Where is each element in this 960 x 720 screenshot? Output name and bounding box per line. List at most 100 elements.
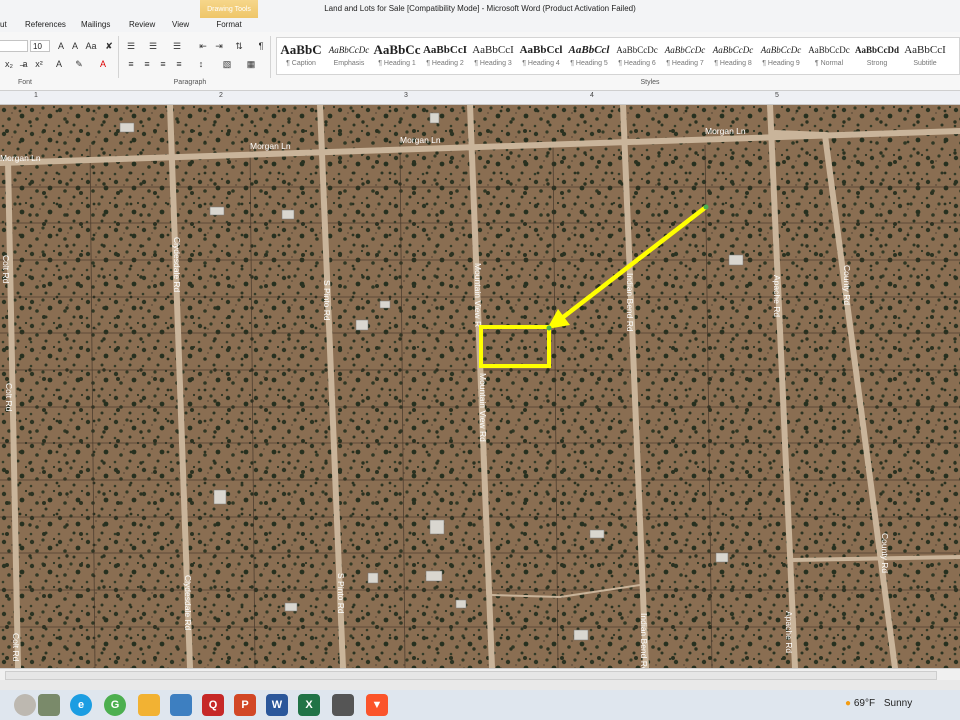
highlight-icon[interactable]: ✎ (72, 58, 86, 71)
style-heading-1[interactable]: AaBbCc ¶ Heading 1 (373, 38, 421, 74)
style-sample: AaBbCcDc (616, 45, 658, 55)
tab-references[interactable]: References (25, 18, 66, 32)
road-label-clydesdale-rd: Clydesdale Rd (172, 237, 182, 293)
style-name: ¶ Heading 1 (378, 60, 416, 67)
style-heading-2[interactable]: AaBbCcI ¶ Heading 2 (421, 38, 469, 74)
tab-layout[interactable]: ut (0, 18, 7, 32)
shrink-font-icon[interactable]: A (68, 40, 82, 53)
styles-gallery: AaBbC ¶ Caption AaBbCcDc Emphasis AaBbCc ¶ … (276, 37, 960, 75)
style-name: ¶ Heading 4 (522, 60, 560, 67)
text-effects-icon[interactable]: A (52, 58, 66, 71)
style-heading-7[interactable]: AaBbCcDc ¶ Heading 7 (661, 38, 709, 74)
style-name: ¶ Heading 7 (666, 60, 704, 67)
align-right-icon[interactable]: ≡ (156, 58, 170, 71)
arrow-handle[interactable] (546, 325, 552, 331)
bullets-icon[interactable]: ☰ (124, 40, 138, 53)
grow-font-icon[interactable]: A (54, 40, 68, 53)
style-sample: AaBbCcI (472, 44, 514, 56)
style-name: ¶ Caption (286, 60, 316, 67)
style-caption[interactable]: AaBbC ¶ Caption (277, 38, 325, 74)
line-spacing-icon[interactable]: ↕ (194, 58, 208, 71)
quicken-icon[interactable]: Q (202, 694, 224, 716)
increase-indent-icon[interactable]: ⇥ (212, 40, 226, 53)
excel-icon[interactable]: X (298, 694, 320, 716)
profile-image-icon[interactable] (38, 694, 60, 716)
scrollbar-thumb[interactable] (5, 671, 937, 680)
style-sample: AaBbCcl (519, 44, 563, 56)
multilevel-list-icon[interactable]: ☰ (170, 40, 184, 53)
sort-icon[interactable]: ⇅ (232, 40, 246, 53)
road-label-colt-rd: Colt Rd (4, 383, 14, 412)
drawing-tools-label: Drawing Tools (207, 6, 251, 13)
road-label-indian-bend-rd: Indian Bend Rd (639, 613, 649, 668)
ruler-number: 2 (219, 92, 223, 99)
road-label-morgan-ln: Morgan Ln (0, 153, 41, 163)
powerpoint-icon[interactable]: P (234, 694, 256, 716)
road-label-county-rd: County Rd (842, 265, 852, 305)
subscript-icon[interactable]: x₂ (2, 58, 16, 71)
style-heading-8[interactable]: AaBbCcDc ¶ Heading 8 (709, 38, 757, 74)
tab-mailings[interactable]: Mailings (81, 18, 110, 32)
chrome-icon[interactable]: G (104, 694, 126, 716)
show-marks-icon[interactable]: ¶ (254, 40, 268, 53)
horizontal-ruler[interactable]: 1 2 3 4 5 (0, 91, 960, 105)
weather-widget[interactable]: ● 69°F Sunny (845, 698, 912, 709)
avatar[interactable] (14, 694, 36, 716)
decrease-indent-icon[interactable]: ⇤ (196, 40, 210, 53)
font-size-box[interactable]: 10 (30, 40, 50, 52)
align-left-icon[interactable]: ≡ (124, 58, 138, 71)
style-strong[interactable]: AaBbCcDd Strong (853, 38, 901, 74)
clear-formatting-icon[interactable]: Aa (84, 40, 98, 53)
road-label-colt-rd: Colt Rd (11, 633, 21, 662)
word-icon[interactable]: W (266, 694, 288, 716)
style-sample: AaBbCcDc (760, 45, 802, 55)
style-name: Emphasis (333, 60, 365, 67)
car-icon[interactable] (332, 694, 354, 716)
style-heading-5[interactable]: AaBbCcl ¶ Heading 5 (565, 38, 613, 74)
store-icon[interactable] (170, 694, 192, 716)
road-label-colt-rd: Colt Rd (1, 255, 11, 284)
justify-icon[interactable]: ≡ (172, 58, 186, 71)
aerial-map-image[interactable]: Morgan Ln Morgan Ln Morgan Ln Morgan Ln … (0, 105, 960, 668)
font-color-icon[interactable]: A (96, 58, 110, 71)
font-group-label: Font (17, 79, 32, 86)
style-heading-4[interactable]: AaBbCcl ¶ Heading 4 (517, 38, 565, 74)
align-center-icon[interactable]: ≡ (140, 58, 154, 71)
style-heading-6[interactable]: AaBbCcDc ¶ Heading 6 (613, 38, 661, 74)
tab-view[interactable]: View (172, 18, 189, 32)
style-name: ¶ Normal (814, 60, 844, 67)
status-bar (0, 680, 960, 690)
brave-icon[interactable]: ▼ (366, 694, 388, 716)
road-label-apache-rd: Apache Rd (784, 611, 794, 653)
style-sample: AaBbCcI (904, 44, 946, 56)
style-heading-9[interactable]: AaBbCcDc ¶ Heading 9 (757, 38, 805, 74)
borders-icon[interactable]: ▦ (244, 58, 258, 71)
style-normal[interactable]: AaBbCcDc ¶ Normal (805, 38, 853, 74)
shading-icon[interactable]: ▧ (220, 58, 234, 71)
file-explorer-icon[interactable] (138, 694, 160, 716)
superscript-icon[interactable]: x² (32, 58, 46, 71)
style-sample: AaBbCc (373, 42, 421, 57)
weather-temp: 69°F (853, 698, 876, 709)
weather-sun-icon: ● (845, 698, 852, 709)
style-name: Subtitle (913, 60, 937, 67)
road-label-morgan-ln: Morgan Ln (250, 141, 291, 151)
change-case-icon[interactable]: ✘ (102, 40, 116, 53)
font-name-box[interactable] (0, 40, 28, 52)
style-emphasis[interactable]: AaBbCcDc Emphasis (325, 38, 373, 74)
edge-icon[interactable]: e (70, 694, 92, 716)
style-sample: AaBbCcl (568, 44, 610, 56)
ruler-number: 1 (34, 92, 38, 99)
strikethrough-icon[interactable]: ̶a (18, 58, 32, 71)
style-heading-3[interactable]: AaBbCcI ¶ Heading 3 (469, 38, 517, 74)
arrow-handle[interactable] (703, 204, 709, 210)
style-name: Strong (866, 60, 888, 67)
road-label-indian-bend-rd: Indian Bend Rd (625, 273, 635, 332)
style-name: ¶ Heading 6 (618, 60, 656, 67)
road-label-mountain-view-rd: Mountain View R (473, 263, 483, 327)
style-subtitle[interactable]: AaBbCcI Subtitle (901, 38, 949, 74)
tab-format[interactable]: Format (200, 18, 258, 32)
numbering-icon[interactable]: ☰ (146, 40, 160, 53)
tab-review[interactable]: Review (129, 18, 155, 32)
window-title: Land and Lots for Sale [Compatibility Mo… (324, 4, 636, 13)
